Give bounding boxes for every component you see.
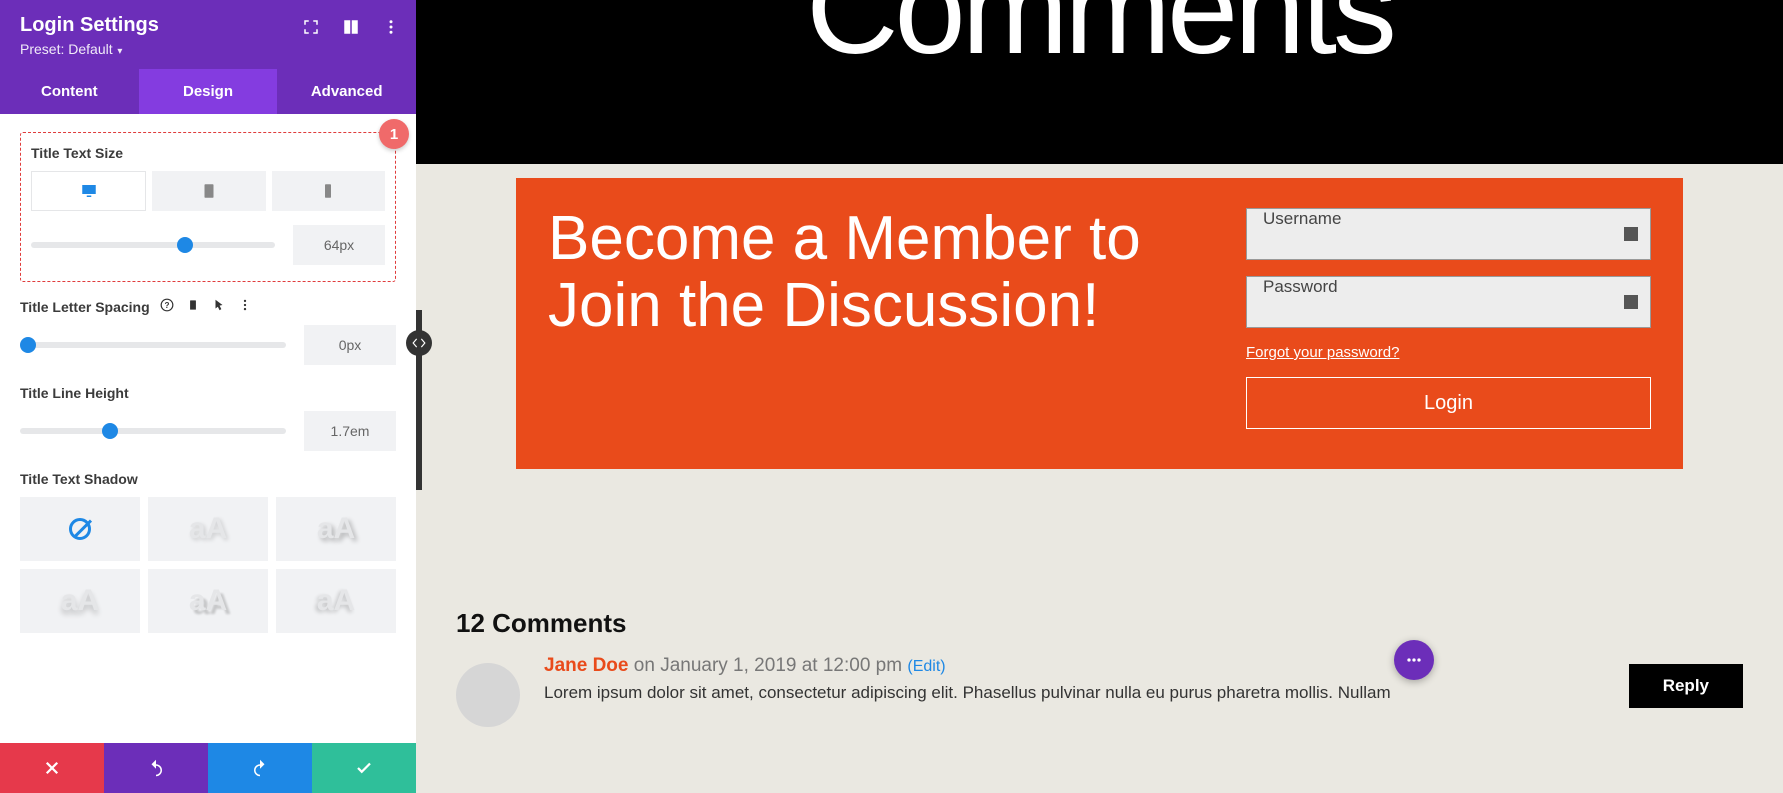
help-icon[interactable]: ? [160, 298, 174, 315]
title-text-shadow-section: Title Text Shadow aA aA aA aA aA [20, 471, 396, 633]
comment-author[interactable]: Jane Doe [544, 655, 628, 676]
expand-icon[interactable] [302, 18, 320, 41]
columns-icon[interactable] [342, 18, 360, 41]
responsive-icon[interactable] [186, 298, 200, 315]
chevron-down-icon: ▾ [115, 46, 123, 57]
panel-tabs: Content Design Advanced [0, 69, 416, 114]
preset-dropdown[interactable]: Preset: Default ▾ [20, 41, 396, 57]
avatar [456, 663, 520, 727]
title-text-size-label: Title Text Size [31, 145, 385, 161]
more-icon[interactable] [382, 18, 400, 41]
title-line-height-slider[interactable] [20, 428, 286, 434]
reply-button[interactable]: Reply [1629, 664, 1743, 708]
hero-title: Comments [806, 0, 1393, 83]
comments-heading: 12 Comments [456, 608, 1743, 639]
resize-handle[interactable] [406, 330, 432, 356]
panel-header: Login Settings Preset: Default ▾ [0, 0, 416, 69]
autofill-icon [1624, 227, 1638, 241]
redo-button[interactable] [208, 743, 312, 793]
title-letter-spacing-slider[interactable] [20, 342, 286, 348]
undo-button[interactable] [104, 743, 208, 793]
comment-edit-link[interactable]: (Edit) [907, 658, 945, 675]
comment-date: January 1, 2019 at 12:00 pm [660, 655, 902, 676]
title-text-shadow-label: Title Text Shadow [20, 471, 396, 487]
shadow-preset-2[interactable]: aA [276, 497, 396, 561]
none-icon [69, 518, 91, 540]
more-options-icon[interactable] [238, 298, 252, 315]
comment-date-prefix: on [634, 655, 660, 676]
forgot-password-link[interactable]: Forgot your password? [1246, 344, 1651, 361]
comment-text: Lorem ipsum dolor sit amet, consectetur … [544, 683, 1743, 703]
login-button[interactable]: Login [1246, 377, 1651, 429]
save-button[interactable] [312, 743, 416, 793]
title-text-size-slider[interactable] [31, 242, 275, 248]
title-letter-spacing-label: Title Letter Spacing ? [20, 298, 396, 315]
shadow-preset-5[interactable]: aA [276, 569, 396, 633]
shadow-preset-4[interactable]: aA [148, 569, 268, 633]
device-phone[interactable] [272, 171, 385, 211]
step-badge: 1 [379, 119, 409, 149]
hover-icon[interactable] [212, 298, 226, 315]
tab-content[interactable]: Content [0, 69, 139, 114]
device-tablet[interactable] [152, 171, 265, 211]
shadow-preset-1[interactable]: aA [148, 497, 268, 561]
module-options-fab[interactable] [1394, 640, 1434, 680]
login-title: Become a Member to Join the Discussion! [548, 206, 1206, 340]
shadow-none[interactable] [20, 497, 140, 561]
settings-body: 1 Title Text Size 64px Title Letter Spac… [0, 114, 416, 743]
title-line-height-value[interactable]: 1.7em [304, 411, 396, 451]
device-desktop[interactable] [31, 171, 146, 211]
highlighted-setting: 1 Title Text Size 64px [20, 132, 396, 282]
responsive-device-tabs [31, 171, 385, 211]
hero-section: Comments [416, 0, 1783, 164]
panel-header-actions [302, 18, 400, 41]
svg-text:?: ? [164, 301, 169, 310]
comment-meta: Jane Doe on January 1, 2019 at 12:00 pm … [544, 655, 1743, 677]
panel-footer [0, 743, 416, 793]
preset-label: Preset: Default [20, 41, 113, 57]
username-input[interactable]: Username [1246, 208, 1651, 260]
login-module: Become a Member to Join the Discussion! … [516, 178, 1683, 469]
tab-advanced[interactable]: Advanced [277, 69, 416, 114]
comment-item: Jane Doe on January 1, 2019 at 12:00 pm … [456, 655, 1743, 727]
title-letter-spacing-section: Title Letter Spacing ? 0px [20, 298, 396, 365]
title-text-size-value[interactable]: 64px [293, 225, 385, 265]
autofill-icon [1624, 295, 1638, 309]
title-line-height-section: Title Line Height 1.7em [20, 385, 396, 451]
close-button[interactable] [0, 743, 104, 793]
title-letter-spacing-value[interactable]: 0px [304, 325, 396, 365]
settings-panel: Login Settings Preset: Default ▾ Content… [0, 0, 416, 793]
title-line-height-label: Title Line Height [20, 385, 396, 401]
shadow-preset-3[interactable]: aA [20, 569, 140, 633]
tab-design[interactable]: Design [139, 69, 278, 114]
preview-canvas: Comments Become a Member to Join the Dis… [416, 0, 1783, 793]
comments-section: 12 Comments Jane Doe on January 1, 2019 … [456, 608, 1743, 727]
password-input[interactable]: Password [1246, 276, 1651, 328]
